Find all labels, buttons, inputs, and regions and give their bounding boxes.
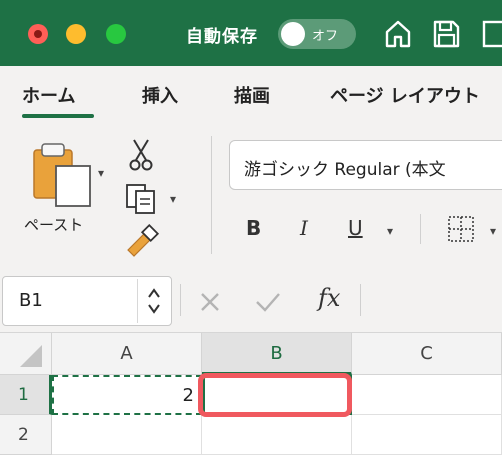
autosave-toggle[interactable]: オフ [278,19,356,49]
group-separator [211,136,212,254]
autosave-label: 自動保存 [186,27,258,47]
paste-label: ペースト [24,216,84,234]
annotation-highlight [198,373,352,417]
home-icon[interactable] [382,18,414,50]
format-separator [420,214,421,244]
select-all-button[interactable] [0,333,52,375]
bold-button[interactable]: B [246,216,261,240]
copy-icon[interactable] [124,182,160,216]
name-box[interactable]: B1 [2,276,172,326]
column-header-c[interactable]: C [352,333,502,375]
formula-input[interactable] [368,276,502,324]
more-icon[interactable] [480,18,502,50]
formula-bar: B1 fx [0,268,502,333]
enter-icon[interactable] [254,290,282,314]
cancel-icon[interactable] [198,290,222,314]
cell-c2[interactable] [352,415,502,455]
tab-insert[interactable]: 挿入 [142,82,178,108]
column-header-b[interactable]: B [202,333,352,375]
active-tab-indicator [22,114,94,118]
name-box-value: B1 [19,290,43,311]
ribbon-tabs: ホーム 挿入 描画 ページ レイアウト [0,66,502,122]
cut-icon[interactable] [128,138,154,172]
row-header-2[interactable]: 2 [0,415,52,455]
cell-a1-value: 2 [182,385,194,406]
cell-a2[interactable] [52,415,202,455]
minimize-window-button[interactable] [66,24,86,44]
row-header-1[interactable]: 1 [0,375,52,415]
font-name-field[interactable]: 游ゴシック Regular (本文 [229,140,502,190]
name-box-stepper-icon[interactable] [145,285,163,317]
tab-draw[interactable]: 描画 [234,82,270,108]
name-box-divider [137,279,138,323]
column-header-a[interactable]: A [52,333,202,375]
format-painter-icon[interactable] [124,224,162,258]
title-bar: 自動保存 オフ [0,0,502,66]
paste-dropdown-icon[interactable]: ▾ [98,166,104,180]
formula-separator [180,284,181,316]
font-name-value: 游ゴシック Regular (本文 [244,160,446,180]
formula-input-separator [360,284,361,316]
autosave-toggle-label: オフ [312,29,339,44]
tab-page-layout[interactable]: ページ レイアウト [330,82,480,108]
underline-dropdown-icon[interactable]: ▾ [387,224,393,238]
underline-button[interactable]: U [348,216,363,240]
zoom-window-button[interactable] [106,24,126,44]
insert-function-button[interactable]: fx [318,284,340,312]
cell-a1[interactable]: 2 [52,375,202,415]
cell-b2[interactable] [202,415,352,455]
borders-icon[interactable] [446,214,476,244]
close-window-button[interactable] [28,24,48,44]
paste-icon[interactable] [30,140,96,210]
select-all-triangle-icon [20,345,42,367]
ribbon-home: ▾ ペースト ▾ 游ゴシック Regular (本文 B I U ▾ ▾ [0,122,502,269]
toggle-knob [281,22,305,46]
borders-dropdown-icon[interactable]: ▾ [490,224,496,238]
tab-home[interactable]: ホーム [22,82,75,108]
save-icon[interactable] [430,18,462,50]
copy-dropdown-icon[interactable]: ▾ [170,192,176,206]
cell-c1[interactable] [352,375,502,415]
italic-button[interactable]: I [300,216,308,240]
